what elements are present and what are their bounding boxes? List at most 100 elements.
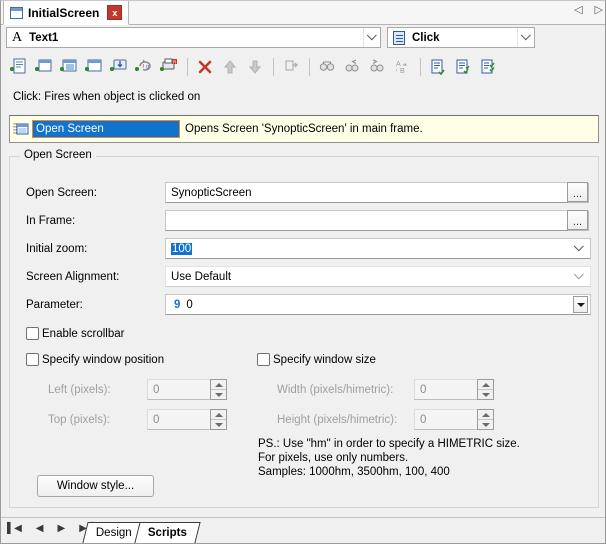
stepper-up-button[interactable] (478, 380, 493, 389)
screen-alignment-value: Use Default (166, 271, 568, 283)
chevron-down-icon (573, 241, 583, 251)
document-tab-strip: InitialScreen x ◁ ▷ (1, 1, 606, 25)
action-description-cell: Opens Screen 'SynopticScreen' in main fr… (180, 123, 596, 135)
chevron-down-icon (573, 269, 583, 279)
screen-alignment-combo[interactable]: Use Default (165, 266, 591, 287)
parameter-dropdown-button[interactable] (573, 296, 588, 313)
triangle-up-icon (215, 413, 223, 417)
stepper-up-button[interactable] (211, 380, 226, 389)
stepper-down-button[interactable] (478, 389, 493, 399)
specify-window-size-label: Specify window size (273, 354, 376, 366)
himetric-note-line2: For pixels, use only numbers. (258, 451, 520, 465)
selector-row: A Text1 Click (1, 25, 606, 51)
screen-alignment-dropdown-button[interactable] (568, 273, 590, 280)
parameter-index: 9 (174, 299, 180, 311)
specify-window-position-checkbox[interactable]: Specify window position (26, 353, 164, 366)
toolbar-separator (309, 58, 310, 76)
stepper-down-button[interactable] (478, 419, 493, 429)
new-window-action-button[interactable] (82, 55, 106, 79)
open-screen-input[interactable]: SynopticScreen (165, 182, 578, 203)
new-action-button[interactable] (32, 55, 56, 79)
in-frame-browse-button[interactable]: ... (567, 210, 588, 230)
himetric-note-line3: Samples: 1000hm, 3500hm, 100, 400 (258, 465, 520, 479)
close-icon[interactable]: x (107, 5, 122, 20)
find-button[interactable] (315, 55, 339, 79)
check-all-scripts-button[interactable] (451, 55, 475, 79)
toolbar-separator (420, 58, 421, 76)
new-download-action-button[interactable] (107, 55, 131, 79)
check-script-button[interactable] (426, 55, 450, 79)
tab-scroll-right-icon[interactable]: ▷ (595, 5, 603, 16)
new-script-button[interactable] (7, 55, 31, 79)
new-loop-action-button[interactable]: I II (132, 55, 156, 79)
parameter-value[interactable]: 0 (186, 299, 192, 311)
stepper-down-button[interactable] (211, 419, 226, 429)
table-row[interactable]: Open Screen Opens Screen 'SynopticScreen… (12, 118, 596, 140)
step-into-button[interactable] (279, 55, 303, 79)
event-selector-dropdown-button[interactable] (517, 28, 534, 47)
width-label: Width (pixels/himetric): (277, 384, 393, 396)
initial-zoom-combo[interactable]: 100 (165, 238, 591, 259)
specify-window-size-checkbox[interactable]: Specify window size (257, 353, 376, 366)
record-navigation: ▌◀ ◀ ▶ ▶▐ (7, 523, 94, 534)
toolbar-separator (273, 58, 274, 76)
tab-scroll-controls: ◁ ▷ (574, 5, 603, 16)
chevron-down-icon (366, 30, 376, 40)
action-list[interactable]: Open Screen Opens Screen 'SynopticScreen… (9, 115, 599, 143)
svg-text:I: I (143, 65, 145, 70)
width-stepper[interactable] (477, 379, 494, 400)
checkbox-box[interactable] (26, 353, 39, 366)
find-previous-button[interactable] (340, 55, 364, 79)
initial-zoom-label: Initial zoom: (26, 243, 87, 255)
object-selector-value: Text1 (29, 32, 58, 44)
initial-zoom-dropdown-button[interactable] (568, 245, 590, 252)
checkbox-box[interactable] (26, 327, 39, 340)
left-pixels-stepper[interactable] (210, 379, 227, 400)
svg-text:II: II (146, 66, 150, 71)
screen-alignment-label: Screen Alignment: (26, 271, 119, 283)
action-name-cell[interactable]: Open Screen (32, 120, 180, 138)
nav-first-icon[interactable]: ▌◀ (7, 523, 22, 534)
stepper-down-button[interactable] (211, 389, 226, 399)
new-screen-action-button[interactable] (57, 55, 81, 79)
himetric-note: PS.: Use "hm" in order to specify a HIME… (258, 437, 520, 479)
triangle-down-icon (482, 393, 490, 397)
open-screen-browse-button[interactable]: ... (567, 182, 588, 202)
object-selector-dropdown-button[interactable] (363, 28, 380, 47)
tab-scroll-left-icon[interactable]: ◁ (574, 5, 582, 16)
move-down-button[interactable] (243, 55, 267, 79)
in-frame-input[interactable] (165, 210, 578, 231)
tab-design-label: Design (96, 527, 132, 539)
triangle-up-icon (482, 383, 490, 387)
script-toolbar: I II R (1, 51, 606, 83)
tab-scripts[interactable]: Scripts (134, 522, 200, 543)
stepper-up-button[interactable] (211, 410, 226, 419)
initial-zoom-value[interactable]: 100 (171, 243, 192, 255)
delete-action-button[interactable] (193, 55, 217, 79)
find-next-button[interactable] (365, 55, 389, 79)
move-up-button[interactable] (218, 55, 242, 79)
new-report-action-button[interactable]: R (157, 55, 181, 79)
himetric-note-line1: PS.: Use "hm" in order to specify a HIME… (258, 437, 520, 451)
enable-scrollbar-checkbox[interactable]: Enable scrollbar (26, 327, 124, 340)
window-style-button[interactable]: Window style... (37, 475, 154, 497)
top-pixels-stepper[interactable] (210, 409, 227, 430)
document-tab-initialscreen[interactable]: InitialScreen x (3, 1, 129, 25)
triangle-up-icon (482, 413, 490, 417)
parameter-value-area: 9 0 (166, 299, 573, 311)
height-stepper[interactable] (477, 409, 494, 430)
parameter-combo[interactable]: 9 0 (165, 294, 591, 315)
open-screen-group: Open Screen Open Screen: SynopticScreen … (9, 156, 599, 508)
nav-previous-icon[interactable]: ◀ (36, 523, 44, 534)
nav-next-icon[interactable]: ▶ (57, 523, 65, 534)
replace-button[interactable]: A B (390, 55, 414, 79)
text-object-icon: A (12, 30, 22, 46)
object-selector-combo[interactable]: A Text1 (6, 27, 381, 48)
bottom-tab-bar: ▌◀ ◀ ▶ ▶▐ Design Scripts (1, 517, 606, 543)
parameter-label: Parameter: (26, 299, 83, 311)
top-pixels-label: Top (pixels): (48, 414, 110, 426)
validate-button[interactable] (476, 55, 500, 79)
stepper-up-button[interactable] (478, 410, 493, 419)
checkbox-box[interactable] (257, 353, 270, 366)
event-selector-combo[interactable]: Click (387, 27, 535, 48)
